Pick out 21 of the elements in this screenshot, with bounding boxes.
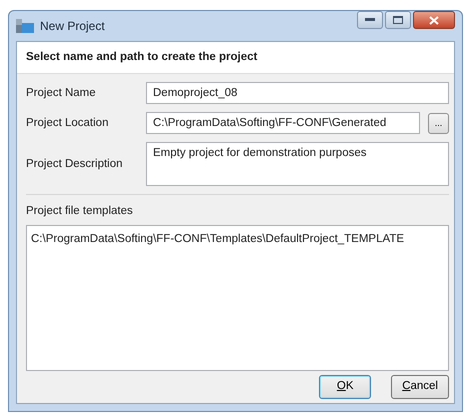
browse-button[interactable]: ... [428,112,449,134]
minimize-icon [365,18,375,22]
input-field[interactable]: C:\ProgramData\Softing\FF-CONF\Generated [146,112,420,134]
ok-button[interactable]: OK [319,375,372,399]
minimize-button[interactable] [357,11,383,29]
templates-list[interactable]: C:\ProgramData\Softing\FF-CONF\Templates\DefaultProject_TEMPLATE [26,224,449,371]
cancel-button[interactable]: Cancel [391,375,449,399]
maximize-icon [393,16,403,24]
close-button[interactable] [413,11,455,29]
field-label: Project Name [26,86,97,101]
field-label: Project Location [26,116,110,131]
close-icon [429,16,439,24]
templates-label: Project file templates [25,204,134,220]
field-label: Project Description [26,156,124,172]
text-area[interactable]: Empty project for demonstration purposes [146,142,449,186]
input-field[interactable]: Demoproject_08 [146,82,449,104]
app-icon [16,19,34,33]
dialog-heading: Select name and path to create the project [17,42,454,74]
maximize-button[interactable] [385,11,411,29]
list-item[interactable]: C:\ProgramData\Softing\FF-CONF\Templates\DefaultProject_TEMPLATE [31,230,444,248]
window-title: New Project [40,18,105,35]
